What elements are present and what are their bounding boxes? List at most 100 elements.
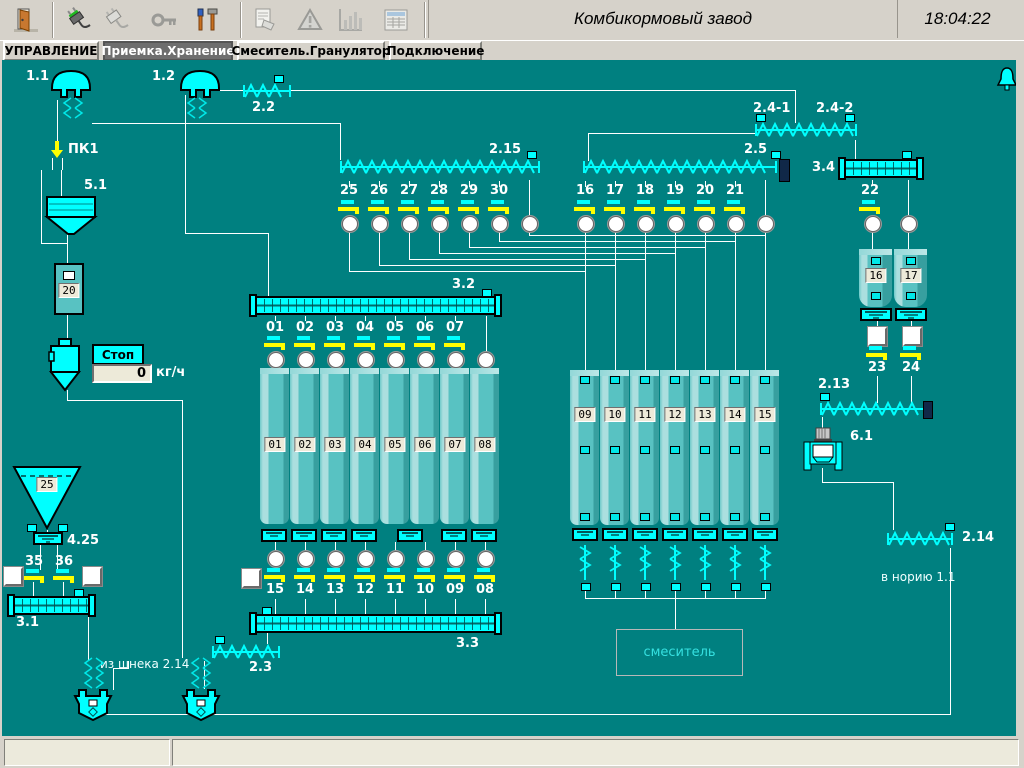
valve-icon[interactable] [53,569,75,583]
valve-icon[interactable] [384,568,406,582]
discharge-gate-icon[interactable] [397,529,423,542]
route-selector[interactable] [432,216,448,232]
route-selector[interactable] [388,352,404,368]
discharge-gate-icon[interactable] [441,529,467,542]
valve-icon[interactable] [23,569,45,583]
route-selector[interactable] [668,216,684,232]
valve-icon[interactable] [664,200,686,214]
route-selector[interactable] [448,551,464,567]
valve-icon[interactable] [444,336,466,350]
valve-icon[interactable] [264,336,286,350]
valve-icon[interactable] [488,200,510,214]
tab-смеситель-гранулятор[interactable]: Смеситель.Гранулятор [237,41,385,61]
discharge-gate-icon[interactable] [291,529,317,542]
route-selector[interactable] [492,216,508,232]
exit-door-button[interactable] [6,3,46,37]
valve-icon[interactable] [900,346,922,360]
checkbox[interactable] [242,569,261,588]
route-selector[interactable] [268,352,284,368]
discharge-gate-icon[interactable] [752,528,778,541]
route-selector[interactable] [298,352,314,368]
tab-приемка-хранение[interactable]: Приемка.Хранение [103,41,233,61]
valve-icon[interactable] [414,568,436,582]
route-selector[interactable] [478,551,494,567]
route-selector[interactable] [728,216,744,232]
route-selector[interactable] [372,216,388,232]
trends-chart-button[interactable] [330,3,370,37]
connect-plug-button[interactable] [58,3,98,37]
flow-value-field[interactable]: 0 [92,364,152,383]
discharge-gate-icon[interactable] [632,528,658,541]
valve-icon[interactable] [724,200,746,214]
route-selector[interactable] [608,216,624,232]
route-selector[interactable] [268,551,284,567]
discharge-gate-icon[interactable] [351,529,377,542]
access-key-button[interactable] [144,3,184,37]
discharge-gate-icon[interactable] [722,528,748,541]
valve-icon[interactable] [414,336,436,350]
alarm-warning-button[interactable] [290,3,330,37]
discharge-gate-icon[interactable] [692,528,718,541]
route-selector[interactable] [698,216,714,232]
tab-подключение[interactable]: Подключение [389,41,482,61]
tank-425-icon[interactable] [33,532,63,545]
discharge-gate-icon[interactable] [662,528,688,541]
valve-icon[interactable] [354,336,376,350]
valve-icon[interactable] [574,200,596,214]
valve-icon[interactable] [428,200,450,214]
route-selector[interactable] [358,352,374,368]
valve-icon[interactable] [384,336,406,350]
route-selector[interactable] [448,352,464,368]
valve-icon[interactable] [338,200,360,214]
route-selector[interactable] [758,216,774,232]
bin-discharge-icon[interactable] [895,308,927,321]
route-selector[interactable] [342,216,358,232]
route-selector[interactable] [298,551,314,567]
alarm-bell-icon[interactable] [996,66,1016,92]
valve-icon[interactable] [859,200,881,214]
checkbox[interactable] [83,567,102,586]
route-selector[interactable] [462,216,478,232]
route-selector[interactable] [522,216,538,232]
route-selector[interactable] [901,216,917,232]
discharge-gate-icon[interactable] [602,528,628,541]
discharge-gate-icon[interactable] [321,529,347,542]
route-selector[interactable] [418,551,434,567]
bin-discharge-icon[interactable] [860,308,892,321]
valve-icon[interactable] [634,200,656,214]
checkbox[interactable] [868,327,887,346]
tab-управление[interactable]: УПРАВЛЕНИЕ [3,41,99,61]
route-selector[interactable] [402,216,418,232]
valve-icon[interactable] [324,336,346,350]
discharge-gate-icon[interactable] [471,529,497,542]
settings-tools-button[interactable] [186,3,226,37]
valve-icon[interactable] [604,200,626,214]
valve-icon[interactable] [398,200,420,214]
stop-button[interactable]: Стоп [92,344,144,365]
valve-icon[interactable] [866,346,888,360]
discharge-gate-icon[interactable] [261,529,287,542]
checkbox[interactable] [4,567,23,586]
route-selector[interactable] [638,216,654,232]
valve-icon[interactable] [368,200,390,214]
valve-icon[interactable] [354,568,376,582]
valve-icon[interactable] [474,568,496,582]
valve-icon[interactable] [294,568,316,582]
values-table-button[interactable] [376,3,416,37]
route-selector[interactable] [328,551,344,567]
route-selector[interactable] [418,352,434,368]
valve-icon[interactable] [458,200,480,214]
valve-icon[interactable] [694,200,716,214]
route-selector[interactable] [578,216,594,232]
checkbox[interactable] [903,327,922,346]
discharge-gate-icon[interactable] [572,528,598,541]
route-selector[interactable] [328,352,344,368]
route-selector[interactable] [478,352,494,368]
route-selector[interactable] [388,551,404,567]
disconnect-plug-button[interactable] [96,3,136,37]
route-selector[interactable] [358,551,374,567]
report-journal-button[interactable] [246,3,286,37]
valve-icon[interactable] [324,568,346,582]
valve-icon[interactable] [444,568,466,582]
valve-icon[interactable] [264,568,286,582]
